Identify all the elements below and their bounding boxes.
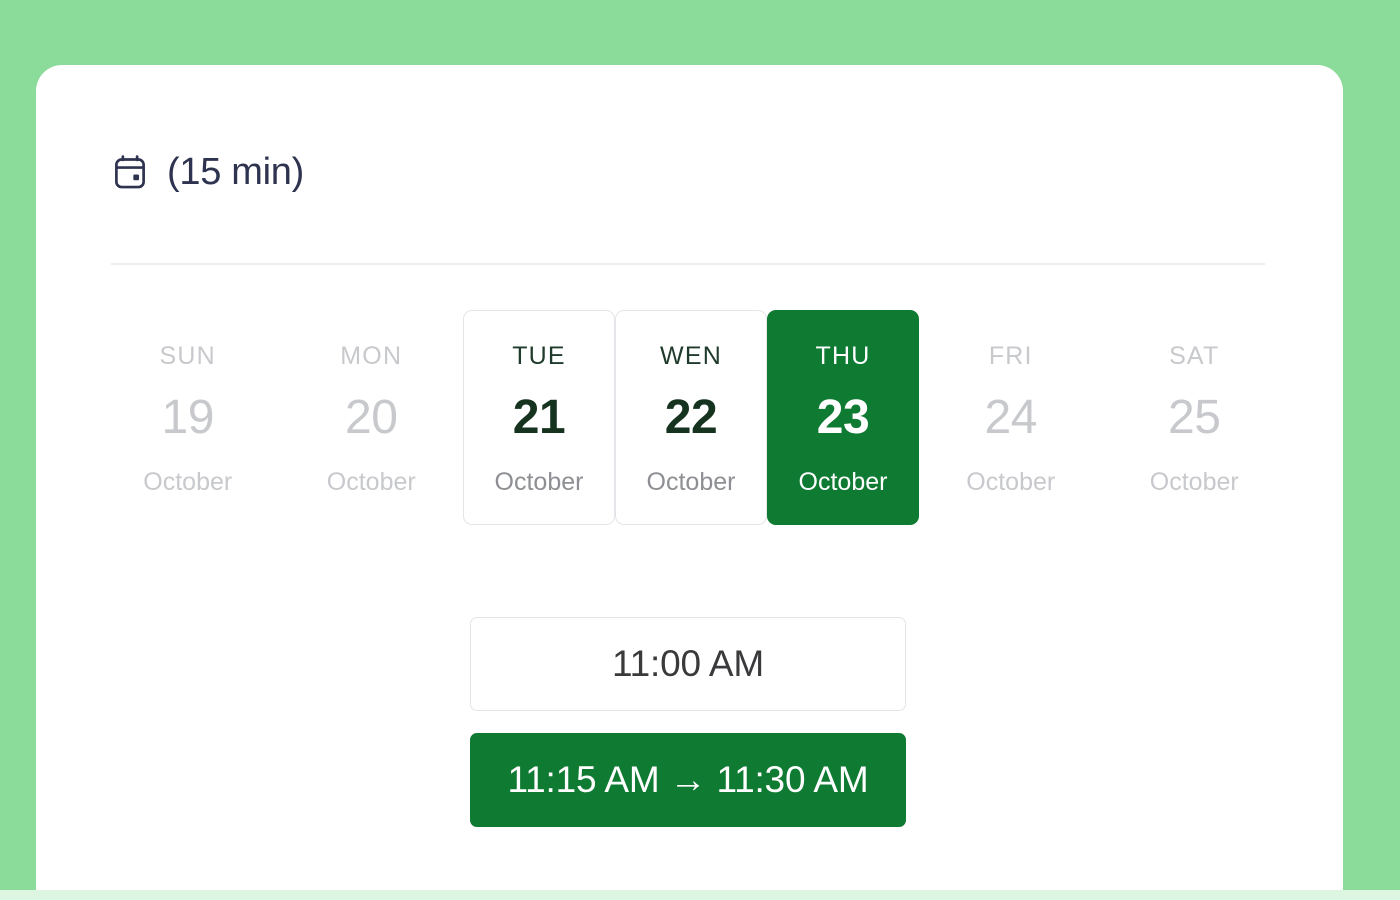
day-month-label: October — [646, 468, 736, 496]
time-slot-button[interactable]: 11:15 AM → 11:30 AM — [470, 733, 906, 827]
day-month-label: October — [143, 468, 233, 496]
day-of-week-label: FRI — [988, 342, 1033, 370]
page-title: (15 min) — [167, 151, 304, 193]
booking-card: (15 min) SUN 19 October MON 20 October TUE 21 Oc… — [36, 65, 1343, 900]
day-number-label: 21 — [512, 391, 566, 444]
card-header: (15 min) — [111, 153, 304, 191]
day-number-label: 20 — [345, 391, 398, 444]
day-cell-24: FRI 24 October — [919, 310, 1103, 525]
day-of-week-label: THU — [815, 342, 871, 370]
day-of-week-label: SUN — [159, 342, 216, 370]
day-cell-23[interactable]: THU 23 October — [767, 310, 919, 525]
day-cell-20: MON 20 October — [280, 310, 464, 525]
day-cell-21[interactable]: TUE 21 October — [463, 310, 615, 525]
time-slot-list: 11:00 AM 11:15 AM → 11:30 AM — [470, 617, 906, 827]
time-slot-button[interactable]: 11:00 AM — [470, 617, 906, 711]
day-of-week-label: MON — [340, 342, 403, 370]
day-of-week-label: SAT — [1169, 342, 1220, 370]
day-month-label: October — [966, 468, 1056, 496]
booking-page: (15 min) SUN 19 October MON 20 October TUE 21 Oc… — [0, 0, 1400, 900]
header-divider — [111, 263, 1265, 265]
day-month-label: October — [494, 468, 584, 496]
day-number-label: 19 — [161, 391, 215, 444]
day-cell-22[interactable]: WEN 22 October — [615, 310, 767, 525]
day-selector: SUN 19 October MON 20 October TUE 21 October WEN 2… — [96, 310, 1286, 525]
day-of-week-label: WEN — [660, 342, 722, 370]
day-number-label: 23 — [816, 391, 870, 444]
day-of-week-label: TUE — [512, 342, 566, 370]
day-month-label: October — [798, 468, 888, 496]
bottom-strip — [0, 890, 1400, 900]
day-month-label: October — [326, 468, 416, 496]
day-cell-25: SAT 25 October — [1103, 310, 1287, 525]
day-number-label: 24 — [984, 391, 1038, 444]
calendar-icon — [115, 155, 145, 189]
day-number-label: 22 — [664, 391, 718, 444]
day-number-label: 25 — [1168, 391, 1221, 444]
day-cell-19: SUN 19 October — [96, 310, 280, 525]
day-month-label: October — [1149, 468, 1239, 496]
